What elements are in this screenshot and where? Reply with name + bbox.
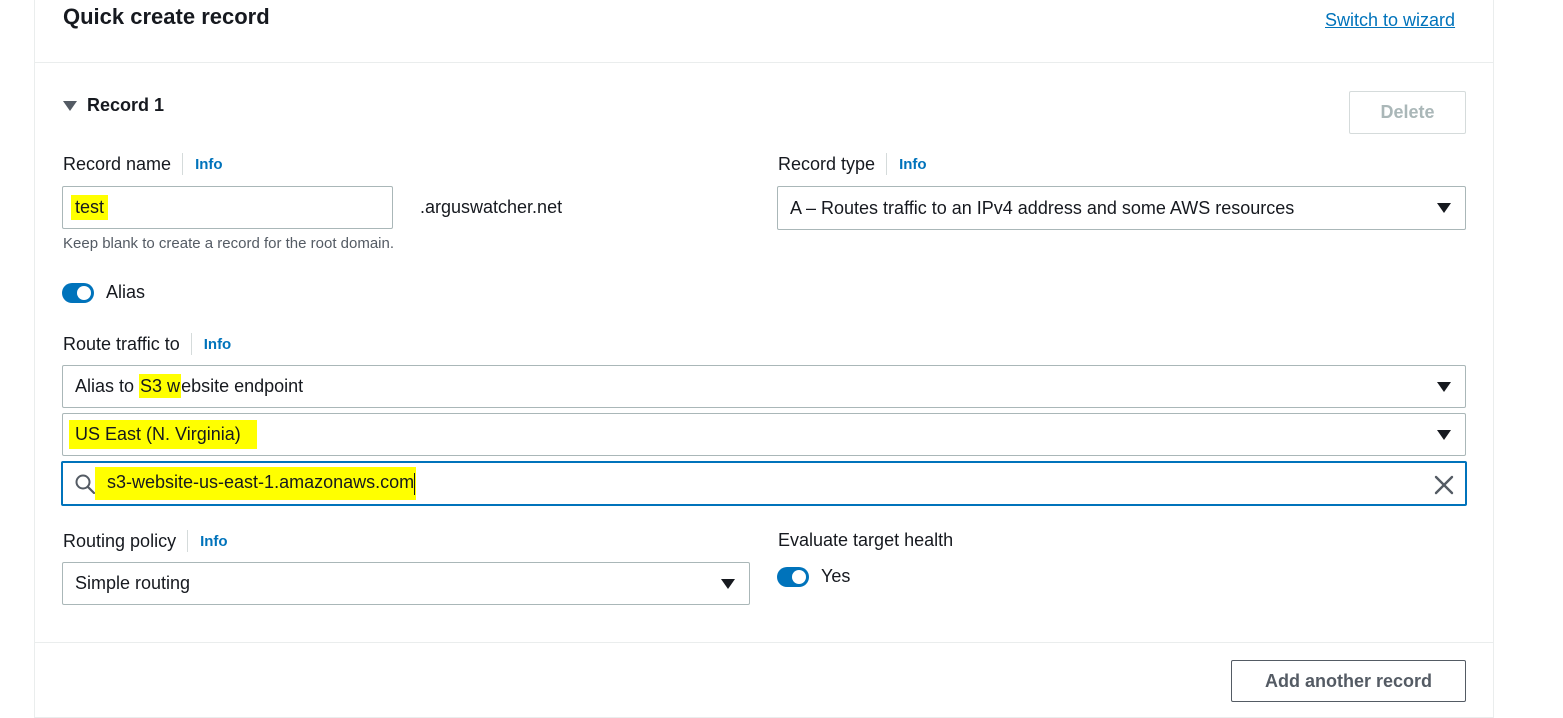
evaluate-health-switch[interactable] xyxy=(777,566,809,587)
evaluate-health-label: Evaluate target health xyxy=(778,530,954,550)
routing-policy-info-link[interactable]: Info xyxy=(187,530,228,552)
page-title: Quick create record xyxy=(63,4,270,29)
chevron-down-icon xyxy=(721,578,735,589)
region-select[interactable]: US East (N. Virginia) xyxy=(62,413,1466,456)
endpoint-select[interactable]: Alias to S3 website endpoint xyxy=(62,365,1466,408)
alias-switch[interactable] xyxy=(62,282,94,303)
caret-down-icon xyxy=(63,100,77,111)
record-name-value: test xyxy=(71,195,109,220)
quick-create-panel xyxy=(34,0,1494,718)
record-type-info-link[interactable]: Info xyxy=(886,153,927,175)
route-traffic-label: Route traffic to Info xyxy=(63,333,231,355)
delete-button[interactable]: Delete xyxy=(1349,91,1466,134)
routing-policy-label-text: Routing policy xyxy=(63,530,177,551)
endpoint-highlight: S3 w xyxy=(139,374,182,398)
chevron-down-icon xyxy=(1437,203,1451,213)
close-icon[interactable] xyxy=(1433,474,1455,496)
switch-to-wizard-link[interactable]: Switch to wizard xyxy=(1325,10,1455,31)
endpoint-prefix: Alias to xyxy=(75,376,140,396)
routing-policy-select[interactable]: Simple routing xyxy=(62,562,750,605)
record-name-info-link[interactable]: Info xyxy=(182,153,223,175)
record-type-value: A – Routes traffic to an IPv4 address an… xyxy=(790,197,1295,218)
region-value: US East (N. Virginia) xyxy=(69,420,257,449)
endpoint-suffix: ebsite endpoint xyxy=(181,376,304,396)
evaluate-health-toggle-label: Yes xyxy=(821,566,851,586)
record-1-expander[interactable]: Record 1 xyxy=(63,95,164,116)
record-type-select[interactable]: A – Routes traffic to an IPv4 address an… xyxy=(777,186,1466,230)
record-name-hint: Keep blank to create a record for the ro… xyxy=(63,235,395,252)
record-heading: Record 1 xyxy=(87,95,165,115)
evaluate-health-toggle[interactable]: Yes xyxy=(777,566,850,587)
search-value: s3-website-us-east-1.amazonaws.com xyxy=(95,467,417,500)
routing-policy-label: Routing policy Info xyxy=(63,530,228,552)
header-divider xyxy=(35,62,1493,63)
alias-toggle[interactable]: Alias xyxy=(62,282,145,303)
route-traffic-label-text: Route traffic to xyxy=(63,333,180,354)
alias-label: Alias xyxy=(106,282,146,302)
footer-divider xyxy=(35,642,1493,643)
text-cursor xyxy=(414,472,416,495)
record-type-label-text: Record type xyxy=(778,153,876,174)
domain-suffix: .arguswatcher.net xyxy=(420,197,563,217)
route-traffic-info-link[interactable]: Info xyxy=(190,333,231,355)
endpoint-search-input[interactable]: s3-website-us-east-1.amazonaws.com xyxy=(61,461,1467,506)
search-icon xyxy=(75,474,95,494)
endpoint-value: Alias to S3 website endpoint xyxy=(75,374,304,398)
search-value-text: s3-website-us-east-1.amazonaws.com xyxy=(107,472,415,493)
add-another-record-button[interactable]: Add another record xyxy=(1231,660,1466,702)
routing-policy-value: Simple routing xyxy=(75,573,191,593)
record-name-label: Record name Info xyxy=(63,153,223,175)
record-name-input[interactable]: test xyxy=(62,186,393,229)
chevron-down-icon xyxy=(1437,381,1451,392)
record-name-label-text: Record name xyxy=(63,153,172,174)
record-type-label: Record type Info xyxy=(778,153,927,175)
chevron-down-icon xyxy=(1437,429,1451,440)
